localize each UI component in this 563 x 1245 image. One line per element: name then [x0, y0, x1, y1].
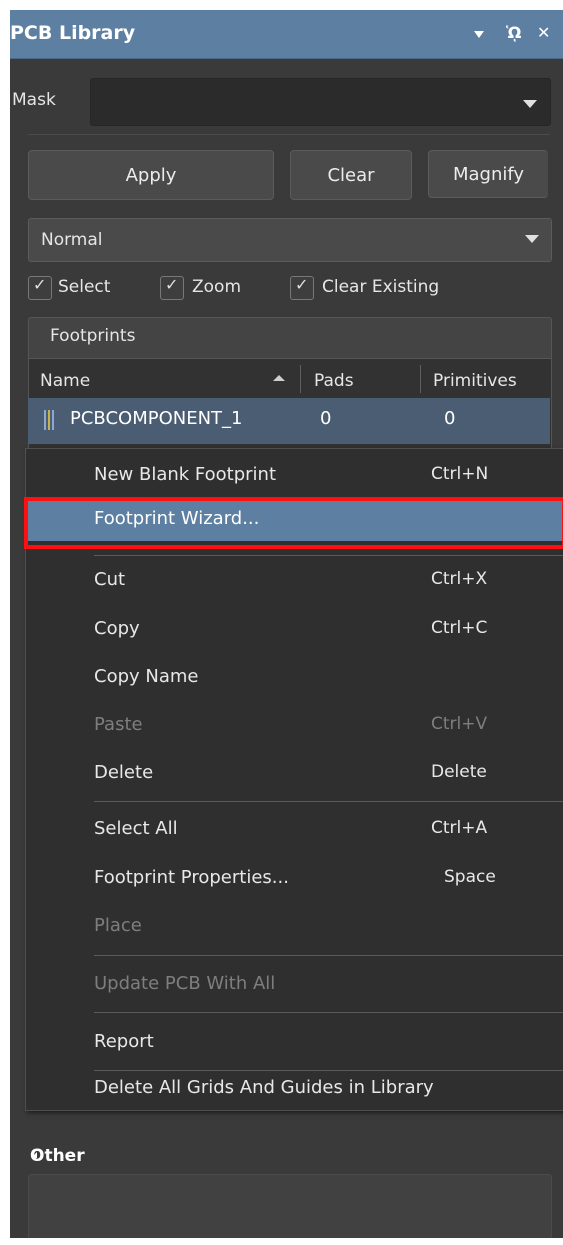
menu-separator: [94, 955, 563, 956]
pin-icon[interactable]: ᾩ: [506, 23, 521, 42]
check-icon: ✓: [165, 275, 179, 294]
apply-button[interactable]: Apply: [28, 150, 274, 200]
column-separator[interactable]: [300, 365, 301, 393]
other-section-content: [28, 1174, 552, 1238]
mask-input[interactable]: [90, 78, 551, 126]
zoom-checkbox-label[interactable]: Zoom: [192, 277, 241, 297]
footprint-icon: [44, 410, 54, 430]
menu-item-label: Select All: [94, 818, 178, 839]
footprint-primitives: 0: [444, 408, 456, 429]
mode-select-value: Normal: [41, 230, 103, 250]
menu-item-shortcut: Ctrl+V: [431, 714, 488, 734]
select-checkbox[interactable]: ✓: [28, 275, 52, 300]
menu-item-label: Update PCB With All: [94, 973, 276, 994]
menu-item-label: Delete: [94, 762, 154, 783]
menu-item-label: Delete All Grids And Guides in Library: [94, 1077, 434, 1098]
menu-item-footprint-wizard[interactable]: Footprint Wizard...: [24, 497, 563, 549]
menu-item-copy-name[interactable]: Copy Name: [26, 654, 563, 702]
menu-item-label: Place: [94, 915, 142, 936]
menu-item-delete-all-grids-and-guides[interactable]: Delete All Grids And Guides in Library: [26, 1077, 563, 1107]
menu-item-update-pcb-with-all: Update PCB With All: [26, 961, 563, 1009]
check-icon: ✓: [295, 275, 309, 294]
column-header-name[interactable]: Name: [40, 371, 90, 391]
menu-separator: [94, 1012, 563, 1013]
other-section-title[interactable]: Other: [30, 1146, 85, 1166]
menu-item-label: Cut: [94, 569, 126, 590]
divider: [28, 134, 550, 135]
menu-item-report[interactable]: Report: [26, 1019, 563, 1067]
menu-item-shortcut: Space: [444, 867, 496, 887]
select-checkbox-label[interactable]: Select: [58, 277, 110, 297]
mask-label: Mask: [12, 90, 56, 110]
menu-item-select-all[interactable]: Select All Ctrl+A: [26, 806, 563, 854]
menu-item-shortcut: Ctrl+X: [431, 569, 488, 589]
menu-item-new-blank-footprint[interactable]: New Blank Footprint Ctrl+N: [26, 452, 563, 500]
menu-item-shortcut: Delete: [431, 762, 487, 782]
close-icon[interactable]: ✕: [537, 23, 550, 42]
magnify-button[interactable]: Magnify: [428, 150, 548, 198]
clear-existing-checkbox[interactable]: ✓: [290, 275, 314, 300]
menu-item-cut[interactable]: Cut Ctrl+X: [26, 557, 563, 605]
menu-item-label: Copy: [94, 618, 140, 639]
context-menu: New Blank Footprint Ctrl+N Footprint Wiz…: [24, 448, 563, 1111]
zoom-checkbox[interactable]: ✓: [160, 275, 184, 300]
menu-item-shortcut: Ctrl+C: [431, 618, 488, 638]
menu-item-paste: Paste Ctrl+V: [26, 702, 563, 750]
menu-item-label: Copy Name: [94, 666, 199, 687]
panel-title: PCB Library: [10, 22, 136, 44]
chevron-down-icon[interactable]: [525, 235, 539, 243]
mode-select[interactable]: Normal: [28, 218, 552, 262]
column-separator[interactable]: [420, 365, 421, 393]
chevron-down-icon[interactable]: [523, 100, 537, 108]
menu-item-delete[interactable]: Delete Delete: [26, 750, 563, 798]
clear-existing-checkbox-label[interactable]: Clear Existing: [322, 277, 439, 297]
menu-item-label: Paste: [94, 714, 143, 735]
clear-button[interactable]: Clear: [290, 150, 412, 200]
footprints-title: Footprints: [50, 326, 136, 346]
menu-item-label: New Blank Footprint: [94, 464, 277, 485]
menu-item-footprint-properties[interactable]: Footprint Properties... Space: [26, 855, 563, 903]
menu-item-shortcut: Ctrl+A: [431, 818, 488, 838]
menu-item-place: Place: [26, 903, 563, 951]
footprint-pads: 0: [320, 408, 332, 429]
sort-ascending-icon: [273, 375, 285, 381]
menu-item-copy[interactable]: Copy Ctrl+C: [26, 606, 563, 654]
menu-separator: [94, 1070, 563, 1071]
menu-separator: [94, 555, 563, 556]
column-header-primitives[interactable]: Primitives: [433, 371, 517, 391]
panel-menu-arrow-icon[interactable]: [474, 31, 484, 38]
footprint-name: PCBCOMPONENT_1: [70, 408, 243, 429]
column-header-pads[interactable]: Pads: [314, 371, 354, 391]
menu-item-label: Report: [94, 1031, 154, 1052]
menu-item-label: Footprint Properties...: [94, 867, 289, 888]
menu-item-label: Footprint Wizard...: [94, 508, 260, 529]
menu-item-shortcut: Ctrl+N: [431, 464, 489, 484]
check-icon: ✓: [33, 275, 47, 294]
menu-separator: [94, 801, 563, 802]
